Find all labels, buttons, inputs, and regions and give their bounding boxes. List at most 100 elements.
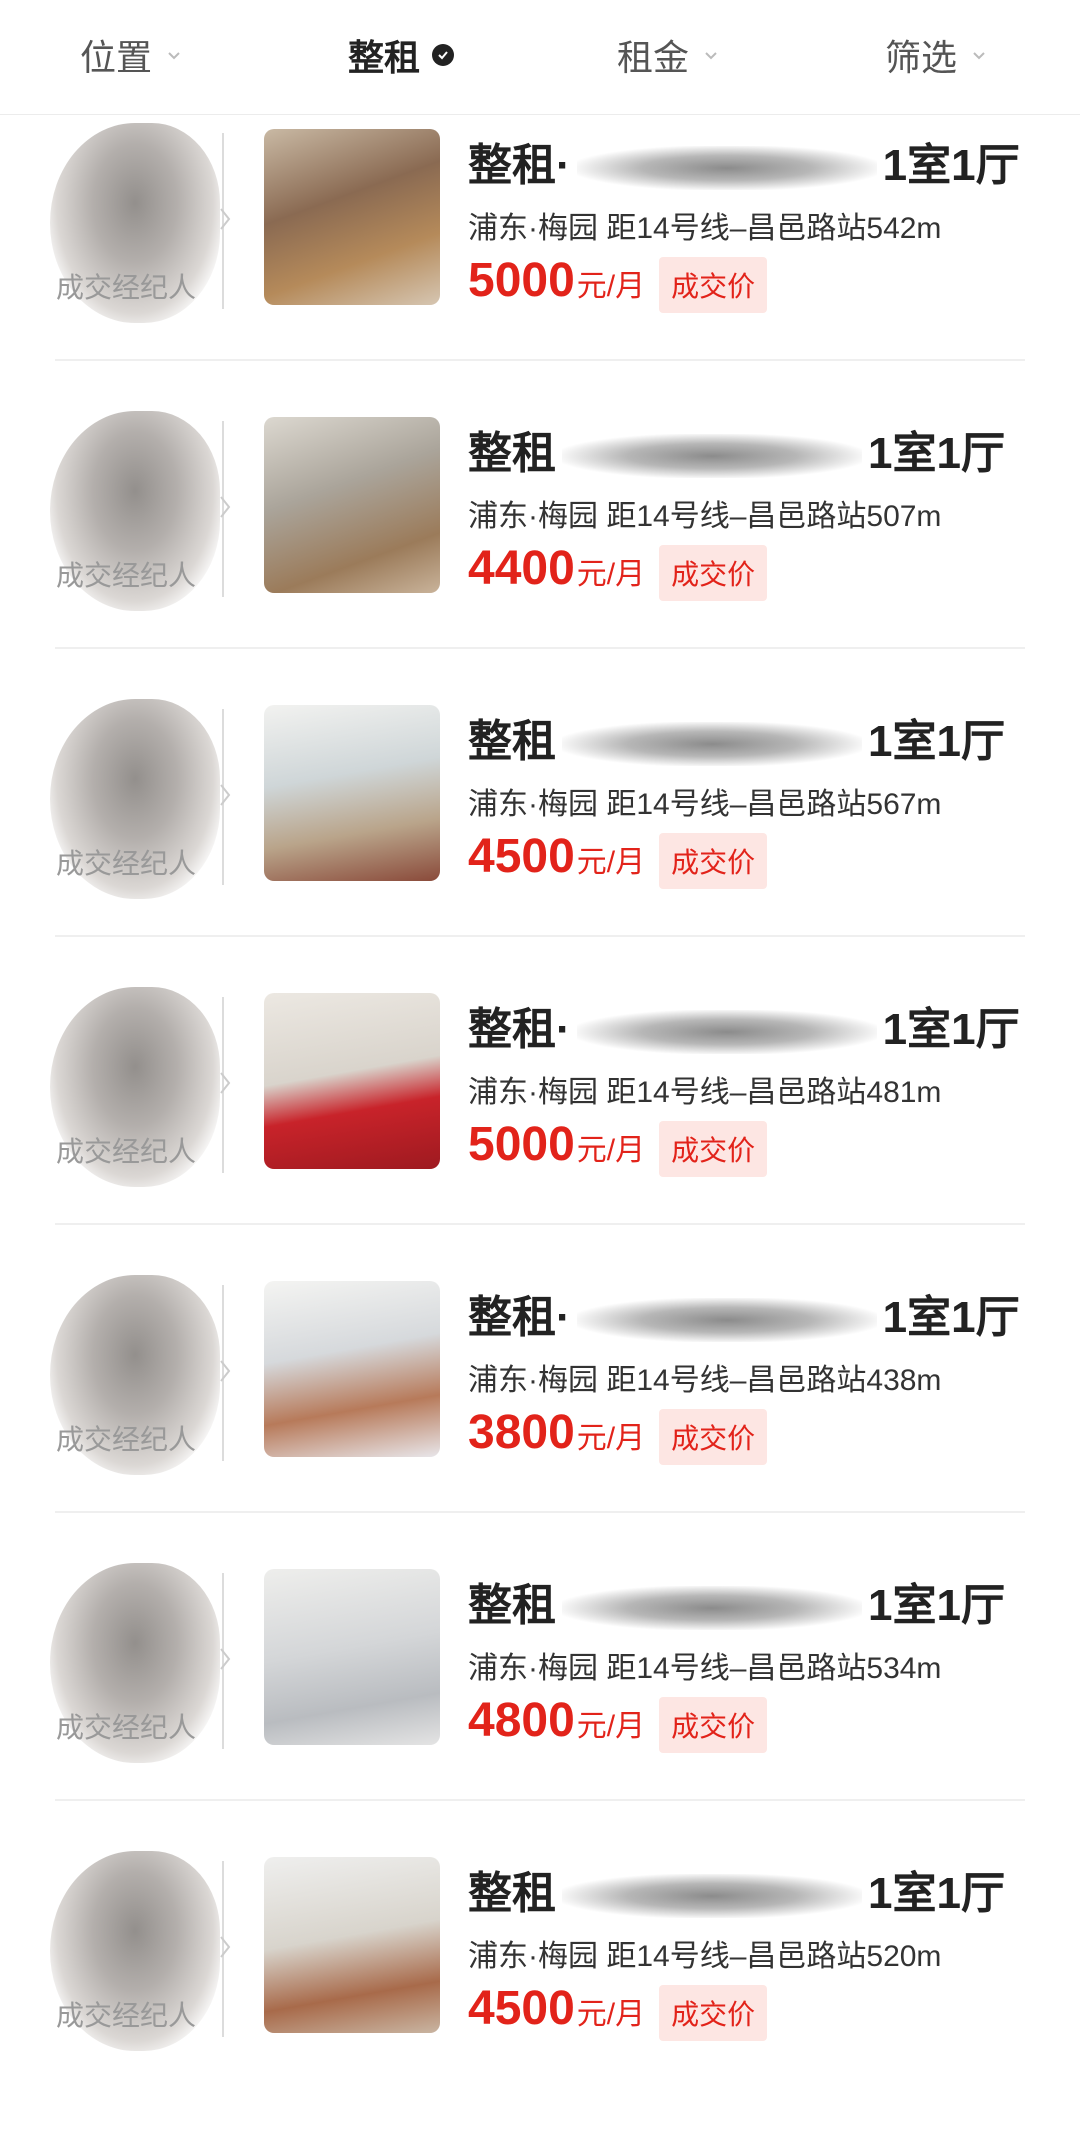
redaction-mask: [562, 722, 862, 767]
listing-item[interactable]: 成交经纪人 整租· 1室1厅 浦东·梅园 距14号线–昌邑路站542m 5000 …: [0, 115, 1080, 403]
price-row: 5000 元/月 成交价: [468, 253, 768, 313]
title-prefix: 整租·: [468, 1293, 571, 1342]
listing-price: 4400: [468, 542, 575, 595]
redaction-mask: [576, 146, 877, 191]
title-layout: 1室1厅: [868, 1869, 1005, 1918]
listing-title[interactable]: 整租 1室1厅: [468, 417, 1005, 481]
agent-avatar[interactable]: 成交经纪人: [50, 123, 220, 323]
price-row: 4400 元/月 成交价: [468, 541, 768, 601]
price-row: 5000 元/月 成交价: [468, 1117, 768, 1177]
item-divider: [55, 935, 1025, 937]
chevron-right-icon: [220, 784, 231, 806]
listing-photo[interactable]: [264, 129, 440, 305]
agent-caption: 成交经纪人: [56, 560, 197, 591]
tab-whole-rent-label: 整租: [348, 37, 421, 78]
listing-item[interactable]: 成交经纪人 整租 1室1厅 浦东·梅园 距14号线–昌邑路站507m 4400 元…: [0, 403, 1080, 691]
filter-bar: 位置 整租 租金 筛选: [0, 0, 1080, 115]
item-divider: [55, 1799, 1025, 1801]
item-divider: [55, 1511, 1025, 1513]
price-unit: 元/月: [576, 1710, 646, 1743]
agent-avatar[interactable]: 成交经纪人: [50, 987, 220, 1187]
agent-avatar[interactable]: 成交经纪人: [50, 699, 220, 899]
agent-caption: 成交经纪人: [56, 1424, 197, 1455]
chevron-right-icon: [220, 1072, 231, 1094]
title-prefix: 整租: [468, 717, 556, 766]
tab-filter[interactable]: 筛选: [885, 0, 987, 110]
redaction-mask: [576, 1010, 877, 1055]
price-unit: 元/月: [576, 1998, 646, 2031]
agent-caption: 成交经纪人: [56, 1136, 197, 1167]
listing-title[interactable]: 整租 1室1厅: [468, 705, 1005, 769]
agent-caption: 成交经纪人: [56, 2000, 197, 2031]
deal-price-badge: 成交价: [659, 257, 768, 313]
title-layout: 1室1厅: [868, 429, 1005, 478]
price-unit: 元/月: [576, 270, 646, 303]
redaction-mask: [562, 434, 862, 479]
deal-price-badge: 成交价: [659, 833, 768, 889]
tab-whole-rent[interactable]: 整租: [348, 0, 455, 110]
title-prefix: 整租: [468, 429, 556, 478]
item-divider: [55, 1223, 1025, 1225]
tab-location-label: 位置: [80, 37, 153, 78]
chevron-right-icon: [220, 1360, 231, 1382]
price-unit: 元/月: [576, 558, 646, 591]
price-row: 3800 元/月 成交价: [468, 1405, 768, 1465]
listing-photo[interactable]: [264, 993, 440, 1169]
deal-price-badge: 成交价: [659, 1985, 768, 2041]
title-prefix: 整租: [468, 1581, 556, 1630]
listing-price: 5000: [468, 254, 575, 307]
check-circle-icon: [432, 44, 455, 66]
listing-photo[interactable]: [264, 705, 440, 881]
chevron-down-icon: [705, 52, 717, 60]
chevron-down-icon: [168, 52, 180, 60]
listing-title[interactable]: 整租 1室1厅: [468, 1569, 1005, 1633]
listing-photo[interactable]: [264, 1569, 440, 1745]
listing-price: 5000: [468, 1118, 575, 1171]
listing-price: 4800: [468, 1694, 575, 1747]
title-layout: 1室1厅: [882, 1293, 1020, 1342]
title-prefix: 整租·: [468, 1005, 571, 1054]
tab-rent[interactable]: 租金: [617, 0, 719, 110]
price-unit: 元/月: [576, 1134, 646, 1167]
listing-item[interactable]: 成交经纪人 整租 1室1厅 浦东·梅园 距14号线–昌邑路站567m 4500 元…: [0, 691, 1080, 979]
listing-item[interactable]: 成交经纪人 整租 1室1厅 浦东·梅园 距14号线–昌邑路站534m 4800 元…: [0, 1555, 1080, 1843]
listing-item[interactable]: 成交经纪人 整租· 1室1厅 浦东·梅园 距14号线–昌邑路站438m 3800 …: [0, 1267, 1080, 1555]
chevron-right-icon: [220, 1648, 231, 1670]
listing-item[interactable]: 成交经纪人 整租 1室1厅 浦东·梅园 距14号线–昌邑路站520m 4500 元…: [0, 1843, 1080, 2131]
item-divider: [55, 647, 1025, 649]
agent-avatar[interactable]: 成交经纪人: [50, 411, 220, 611]
agent-caption: 成交经纪人: [56, 272, 197, 303]
listing-price: 4500: [468, 1982, 575, 2035]
agent-avatar[interactable]: 成交经纪人: [50, 1275, 220, 1475]
listing-price: 4500: [468, 830, 575, 883]
title-layout: 1室1厅: [882, 1005, 1020, 1054]
tab-rent-label: 租金: [617, 37, 690, 78]
item-divider: [55, 359, 1025, 361]
listing-title[interactable]: 整租· 1室1厅: [468, 1281, 1020, 1345]
title-prefix: 整租·: [468, 141, 571, 190]
redaction-mask: [576, 1298, 877, 1343]
listing-title[interactable]: 整租 1室1厅: [468, 1857, 1005, 1921]
listing-photo[interactable]: [264, 1857, 440, 2033]
title-layout: 1室1厅: [882, 141, 1020, 190]
chevron-right-icon: [220, 208, 231, 230]
listing-title[interactable]: 整租· 1室1厅: [468, 129, 1020, 193]
listing-price: 3800: [468, 1406, 575, 1459]
tab-location[interactable]: 位置: [80, 0, 182, 110]
listing-title[interactable]: 整租· 1室1厅: [468, 993, 1020, 1057]
agent-avatar[interactable]: 成交经纪人: [50, 1851, 220, 2051]
listing-item[interactable]: 成交经纪人 整租· 1室1厅 浦东·梅园 距14号线–昌邑路站481m 5000 …: [0, 979, 1080, 1267]
price-row: 4500 元/月 成交价: [468, 829, 768, 889]
agent-avatar[interactable]: 成交经纪人: [50, 1563, 220, 1763]
listing-location: 浦东·梅园 距14号线–昌邑路站534m: [468, 1652, 942, 1685]
title-layout: 1室1厅: [868, 717, 1005, 766]
listing-photo[interactable]: [264, 1281, 440, 1457]
title-prefix: 整租: [468, 1869, 556, 1918]
price-unit: 元/月: [576, 1422, 646, 1455]
listing-location: 浦东·梅园 距14号线–昌邑路站542m: [468, 212, 942, 245]
listing-photo[interactable]: [264, 417, 440, 593]
agent-caption: 成交经纪人: [56, 1712, 197, 1743]
deal-price-badge: 成交价: [659, 545, 768, 601]
deal-price-badge: 成交价: [659, 1697, 768, 1753]
listing-location: 浦东·梅园 距14号线–昌邑路站438m: [468, 1364, 942, 1397]
